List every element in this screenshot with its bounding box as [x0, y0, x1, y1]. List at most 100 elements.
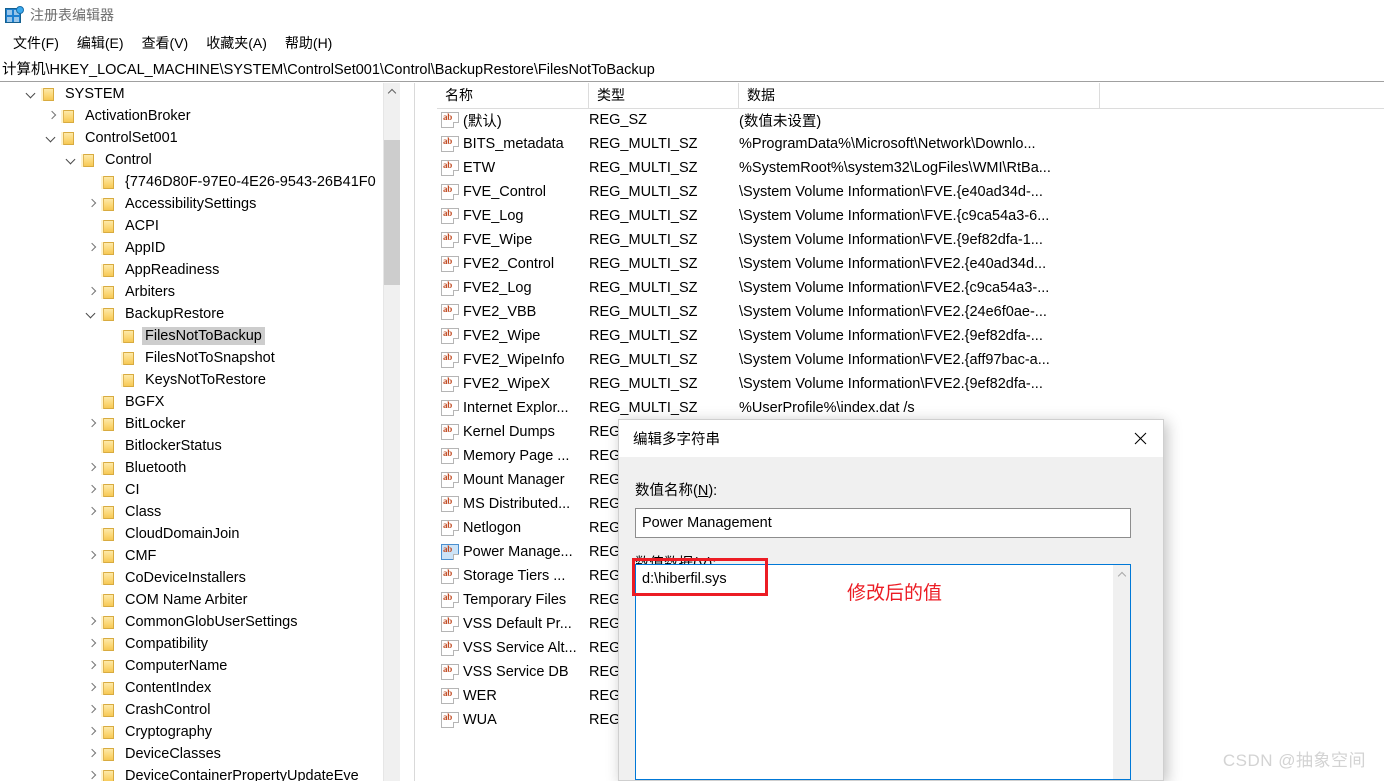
column-header-name[interactable]: 名称 — [437, 83, 589, 108]
chevron-down-icon[interactable] — [64, 152, 80, 168]
table-row[interactable]: FVE2_Log REG_MULTI_SZ \System Volume Infor… — [437, 276, 1384, 300]
table-row[interactable]: FVE_Wipe REG_MULTI_SZ \System Volume Infor… — [437, 228, 1384, 252]
table-row[interactable]: FVE2_Control REG_MULTI_SZ \System Volume I… — [437, 252, 1384, 276]
tree-item-label: ACPI — [125, 218, 159, 234]
tree-item[interactable]: {7746D80F-97E0-4E26-9543-26B41F0 — [0, 171, 400, 193]
table-row[interactable]: FVE_Control REG_MULTI_SZ \System Volume In… — [437, 180, 1384, 204]
column-header-data[interactable]: 数据 — [739, 83, 1100, 108]
chevron-right-icon[interactable] — [84, 284, 100, 300]
tree-item[interactable]: BGFX — [0, 391, 400, 413]
value-data-cell: (数值未设置) — [739, 113, 822, 130]
pane-divider[interactable] — [411, 83, 416, 781]
value-type-cell: REG_MULTI_SZ — [589, 136, 698, 152]
chevron-right-icon[interactable] — [84, 504, 100, 520]
registry-tree[interactable]: SYSTEM ActivationBroker ControlSet001 Contr… — [0, 83, 400, 781]
table-row[interactable]: FVE_Log REG_MULTI_SZ \System Volume Inform… — [437, 204, 1384, 228]
tree-item[interactable]: BitLocker — [0, 413, 400, 435]
chevron-right-icon[interactable] — [84, 702, 100, 718]
tree-item[interactable]: CommonGlobUserSettings — [0, 611, 400, 633]
tree-item-label: Control — [105, 152, 152, 168]
value-data-input[interactable]: d:\hiberfil.sys — [636, 565, 1114, 779]
menu-favorites[interactable]: 收藏夹(A) — [197, 30, 276, 56]
tree-item[interactable]: KeysNotToRestore — [0, 369, 400, 391]
menu-help[interactable]: 帮助(H) — [276, 30, 341, 56]
tree-item[interactable]: BitlockerStatus — [0, 435, 400, 457]
string-value-icon — [441, 136, 459, 152]
chevron-right-icon[interactable] — [84, 196, 100, 212]
chevron-right-icon[interactable] — [84, 548, 100, 564]
tree-item[interactable]: ComputerName — [0, 655, 400, 677]
folder-icon — [100, 483, 117, 498]
tree-item[interactable]: Compatibility — [0, 633, 400, 655]
table-row[interactable]: FVE2_WipeInfo REG_MULTI_SZ \System Volume … — [437, 348, 1384, 372]
tree-item[interactable]: CoDeviceInstallers — [0, 567, 400, 589]
menu-view[interactable]: 查看(V) — [133, 30, 198, 56]
tree-item[interactable]: DeviceClasses — [0, 743, 400, 765]
tree-item[interactable]: ACPI — [0, 215, 400, 237]
tree-item[interactable]: Class — [0, 501, 400, 523]
chevron-right-icon[interactable] — [84, 416, 100, 432]
tree-item[interactable]: ActivationBroker — [0, 105, 400, 127]
tree-scrollbar-thumb[interactable] — [384, 140, 400, 285]
chevron-down-icon[interactable] — [44, 130, 60, 146]
table-row[interactable]: Internet Explor... REG_MULTI_SZ %UserProfi… — [437, 396, 1384, 420]
table-row[interactable]: FVE2_Wipe REG_MULTI_SZ \System Volume Info… — [437, 324, 1384, 348]
tree-item[interactable]: CMF — [0, 545, 400, 567]
tree-item[interactable]: DeviceContainerPropertyUpdateEve — [0, 765, 400, 781]
tree-item[interactable]: BackupRestore — [0, 303, 400, 325]
folder-icon — [100, 285, 117, 300]
tree-item[interactable]: FilesNotToSnapshot — [0, 347, 400, 369]
tree-item[interactable]: Control — [0, 149, 400, 171]
tree-item-label: DeviceClasses — [125, 746, 221, 762]
table-row[interactable]: FVE2_WipeX REG_MULTI_SZ \System Volume Inf… — [437, 372, 1384, 396]
chevron-right-icon[interactable] — [84, 240, 100, 256]
chevron-right-icon[interactable] — [84, 724, 100, 740]
value-name-cell: Mount Manager — [463, 472, 565, 488]
tree-item[interactable]: ControlSet001 — [0, 127, 400, 149]
chevron-right-icon[interactable] — [84, 460, 100, 476]
menu-edit[interactable]: 编辑(E) — [68, 30, 133, 56]
chevron-right-icon[interactable] — [84, 614, 100, 630]
tree-item[interactable]: COM Name Arbiter — [0, 589, 400, 611]
close-icon[interactable] — [1117, 420, 1163, 457]
chevron-right-icon[interactable] — [44, 108, 60, 124]
tree-item[interactable]: CrashControl — [0, 699, 400, 721]
tree-vertical-scrollbar[interactable] — [383, 83, 400, 781]
tree-item[interactable]: ContentIndex — [0, 677, 400, 699]
value-name-input[interactable] — [635, 508, 1131, 538]
value-data-cell: \System Volume Information\FVE.{c9ca54a3… — [739, 208, 1050, 224]
table-row[interactable]: ETW REG_MULTI_SZ %SystemRoot%\system32\Log… — [437, 156, 1384, 180]
folder-icon — [100, 175, 117, 190]
table-row[interactable]: FVE2_VBB REG_MULTI_SZ \System Volume Infor… — [437, 300, 1384, 324]
tree-item[interactable]: Cryptography — [0, 721, 400, 743]
scroll-up-arrow-icon[interactable] — [384, 83, 400, 100]
tree-item[interactable]: AppReadiness — [0, 259, 400, 281]
tree-item-label: ControlSet001 — [85, 130, 178, 146]
chevron-right-icon[interactable] — [84, 482, 100, 498]
chevron-down-icon[interactable] — [24, 86, 40, 102]
string-value-icon — [441, 112, 459, 128]
textarea-vertical-scrollbar[interactable] — [1113, 565, 1130, 779]
tree-item[interactable]: FilesNotToBackup — [0, 325, 400, 347]
tree-item[interactable]: Arbiters — [0, 281, 400, 303]
tree-item[interactable]: Bluetooth — [0, 457, 400, 479]
tree-item[interactable]: AccessibilitySettings — [0, 193, 400, 215]
tree-item-label: COM Name Arbiter — [125, 592, 248, 608]
chevron-right-icon[interactable] — [84, 680, 100, 696]
tree-item[interactable]: CloudDomainJoin — [0, 523, 400, 545]
chevron-right-icon[interactable] — [84, 768, 100, 781]
folder-icon — [100, 197, 117, 212]
menu-file[interactable]: 文件(F) — [4, 30, 68, 56]
chevron-down-icon[interactable] — [84, 306, 100, 322]
address-bar[interactable]: 计算机\HKEY_LOCAL_MACHINE\SYSTEM\ControlSet… — [0, 56, 1384, 82]
tree-item[interactable]: SYSTEM — [0, 83, 400, 105]
column-header-type[interactable]: 类型 — [589, 83, 739, 108]
chevron-right-icon[interactable] — [84, 746, 100, 762]
chevron-right-icon[interactable] — [84, 658, 100, 674]
tree-item[interactable]: AppID — [0, 237, 400, 259]
table-row[interactable]: (默认) REG_SZ (数值未设置) — [437, 108, 1384, 132]
table-row[interactable]: BITS_metadata REG_MULTI_SZ %ProgramData%\M… — [437, 132, 1384, 156]
value-type-cell: REG_MULTI_SZ — [589, 184, 698, 200]
chevron-right-icon[interactable] — [84, 636, 100, 652]
tree-item[interactable]: CI — [0, 479, 400, 501]
